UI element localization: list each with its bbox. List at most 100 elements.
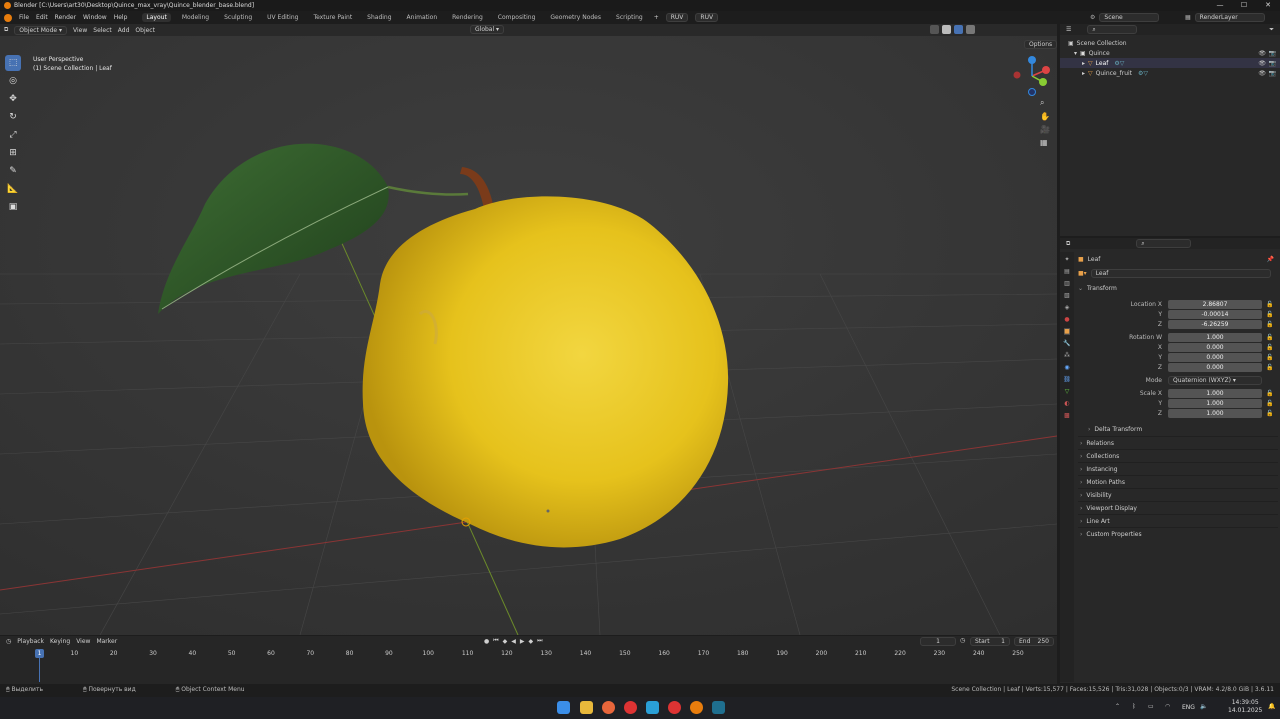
viewlayer-field[interactable]: RenderLayer bbox=[1194, 13, 1265, 22]
scene-selector[interactable]: ⚙ Scene bbox=[1090, 13, 1160, 22]
minimize-icon[interactable]: — bbox=[1208, 0, 1232, 11]
network-icon[interactable]: ▭ bbox=[1148, 703, 1154, 710]
render-camera-icon[interactable]: 📷 bbox=[1269, 50, 1276, 57]
annotate-tool-icon[interactable]: ✎ bbox=[5, 163, 21, 179]
3d-viewport[interactable]: ⬚ ◎ ✥ ↻ ⤢ ⊞ ✎ 📐 ▣ User Perspective (1) S… bbox=[0, 24, 1057, 635]
move-tool-icon[interactable]: ✥ bbox=[5, 91, 21, 107]
blender-menu-icon[interactable] bbox=[4, 13, 12, 22]
tab-sculpting[interactable]: Sculpting bbox=[220, 13, 256, 22]
outliner-type-icon[interactable]: ☰ bbox=[1066, 26, 1071, 33]
visibility-eye-icon[interactable]: 👁 bbox=[1258, 50, 1266, 57]
tab-geometry-nodes[interactable]: Geometry Nodes bbox=[546, 13, 605, 22]
gizmo-x-icon[interactable] bbox=[1042, 66, 1050, 74]
camera-view-icon[interactable]: 🎥 bbox=[1040, 125, 1050, 134]
menu-marker[interactable]: Marker bbox=[96, 638, 117, 645]
render-camera-icon[interactable]: 📷 bbox=[1269, 70, 1276, 77]
add-cube-tool-icon[interactable]: ▣ bbox=[5, 199, 21, 215]
section-motion-paths[interactable]: › Motion Paths bbox=[1078, 475, 1278, 488]
ruv-button-1[interactable]: RUV bbox=[665, 13, 689, 22]
blender-taskbar-icon[interactable] bbox=[690, 701, 703, 714]
lock-icon[interactable]: 🔓 bbox=[1266, 311, 1273, 318]
output-tab-icon[interactable]: ▥ bbox=[1064, 280, 1070, 287]
mode-dropdown[interactable]: Object Mode ▾ bbox=[14, 25, 68, 35]
menu-file[interactable]: File bbox=[19, 14, 29, 21]
menu-view[interactable]: View bbox=[76, 638, 90, 645]
render-tab-icon[interactable]: ▤ bbox=[1064, 268, 1070, 275]
notification-icon[interactable]: 🔔 bbox=[1268, 703, 1275, 710]
expand-icon[interactable]: ▾ bbox=[1074, 50, 1077, 57]
zoom-icon[interactable]: ⌕ bbox=[1040, 98, 1050, 108]
yandex-icon[interactable] bbox=[668, 701, 681, 714]
transform-tool-icon[interactable]: ⊞ bbox=[5, 145, 21, 161]
file-explorer-icon[interactable] bbox=[580, 701, 593, 714]
browser-icon[interactable] bbox=[602, 701, 615, 714]
lock-icon[interactable]: 🔓 bbox=[1266, 344, 1273, 351]
windows-start-icon[interactable] bbox=[557, 701, 570, 714]
clock[interactable]: 14:39:05 14.01.2025 bbox=[1228, 699, 1262, 715]
section-instancing[interactable]: › Instancing bbox=[1078, 462, 1278, 475]
visibility-eye-icon[interactable]: 👁 bbox=[1258, 60, 1266, 67]
menu-keying[interactable]: Keying bbox=[50, 638, 70, 645]
measure-tool-icon[interactable]: 📐 bbox=[5, 181, 21, 197]
properties-type-icon[interactable]: ⧉ bbox=[1066, 240, 1070, 248]
tab-scripting[interactable]: Scripting bbox=[612, 13, 647, 22]
tool-tab-icon[interactable]: ✦ bbox=[1064, 256, 1069, 263]
solid-shading-icon[interactable] bbox=[942, 25, 951, 34]
render-camera-icon[interactable]: 📷 bbox=[1269, 60, 1276, 67]
scale-z-field[interactable]: 1.000 bbox=[1168, 408, 1262, 418]
location-x-field[interactable]: 2.86807 bbox=[1168, 299, 1262, 309]
menu-window[interactable]: Window bbox=[83, 14, 107, 21]
messenger-icon[interactable] bbox=[646, 701, 659, 714]
navigation-gizmo[interactable] bbox=[1008, 54, 1057, 100]
tab-uv-editing[interactable]: UV Editing bbox=[263, 13, 302, 22]
jump-start-icon[interactable]: ⏮ bbox=[493, 637, 498, 645]
constraints-tab-icon[interactable]: ⛓ bbox=[1063, 376, 1071, 383]
menu-render[interactable]: Render bbox=[55, 14, 76, 21]
outliner-search-input[interactable]: ⌕ bbox=[1087, 25, 1138, 34]
ruv-button-2[interactable]: RUV bbox=[695, 13, 719, 22]
texture-tab-icon[interactable]: ▩ bbox=[1064, 412, 1070, 419]
scene-field[interactable]: Scene bbox=[1099, 13, 1160, 22]
rotation-w-field[interactable]: 1.000 bbox=[1168, 332, 1262, 342]
expand-icon[interactable]: ▸ bbox=[1082, 60, 1085, 67]
ortho-grid-icon[interactable]: ▦ bbox=[1040, 138, 1050, 147]
quince-fruit-object[interactable] bbox=[362, 196, 729, 548]
record-icon[interactable]: ● bbox=[484, 638, 489, 645]
location-z-field[interactable]: -6.26259 bbox=[1168, 319, 1262, 329]
tab-rendering[interactable]: Rendering bbox=[448, 13, 487, 22]
scene-tab-icon[interactable]: ◈ bbox=[1065, 304, 1070, 311]
menu-object[interactable]: Object bbox=[135, 27, 155, 34]
rotation-mode-dropdown[interactable]: Quaternion (WXYZ) ▾ bbox=[1168, 375, 1262, 385]
section-custom-properties[interactable]: › Custom Properties bbox=[1078, 527, 1278, 540]
play-reverse-icon[interactable]: ◀ bbox=[511, 638, 516, 645]
jump-end-icon[interactable]: ⏭ bbox=[537, 637, 542, 645]
visibility-eye-icon[interactable]: 👁 bbox=[1258, 70, 1266, 77]
scale-y-field[interactable]: 1.000 bbox=[1168, 398, 1262, 408]
tab-animation[interactable]: Animation bbox=[403, 13, 442, 22]
properties-search-input[interactable]: ⌕ bbox=[1136, 239, 1192, 248]
view-layer-tab-icon[interactable]: ▧ bbox=[1064, 292, 1070, 299]
lock-icon[interactable]: 🔓 bbox=[1266, 364, 1273, 371]
world-tab-icon[interactable]: ● bbox=[1064, 316, 1069, 323]
physics-tab-icon[interactable]: ◉ bbox=[1064, 364, 1069, 371]
rotation-y-field[interactable]: 0.000 bbox=[1168, 352, 1262, 362]
menu-playback[interactable]: Playback bbox=[17, 638, 44, 645]
particles-tab-icon[interactable]: ⁂ bbox=[1064, 352, 1070, 359]
options-dropdown[interactable]: Options bbox=[1024, 40, 1058, 49]
maximize-icon[interactable]: ☐ bbox=[1232, 0, 1256, 11]
material-tab-icon[interactable]: ◐ bbox=[1064, 400, 1069, 407]
location-y-field[interactable]: -0.00014 bbox=[1168, 309, 1262, 319]
datablock-name-input[interactable]: Leaf bbox=[1090, 268, 1271, 278]
gizmo-z-icon[interactable] bbox=[1028, 56, 1036, 64]
menu-add[interactable]: Add bbox=[118, 27, 130, 34]
rotation-z-field[interactable]: 0.000 bbox=[1168, 362, 1262, 372]
outliner-item-quince[interactable]: ▾ ▣ Quince 👁 📷 bbox=[1060, 48, 1280, 58]
lock-icon[interactable]: 🔓 bbox=[1266, 400, 1273, 407]
object-datablock-icon[interactable]: ■▾ bbox=[1078, 270, 1087, 277]
timeline-track[interactable]: 10 20 30 40 50 60 70 80 90 100 110 120 130 140 150 160 1… bbox=[0, 647, 1057, 684]
menu-edit[interactable]: Edit bbox=[36, 14, 48, 21]
wireframe-shading-icon[interactable] bbox=[930, 25, 939, 34]
outliner-root-row[interactable]: ▣ Scene Collection bbox=[1060, 38, 1280, 48]
rotation-x-field[interactable]: 0.000 bbox=[1168, 342, 1262, 352]
transform-section-header[interactable]: ⌄ Transform bbox=[1078, 281, 1278, 295]
